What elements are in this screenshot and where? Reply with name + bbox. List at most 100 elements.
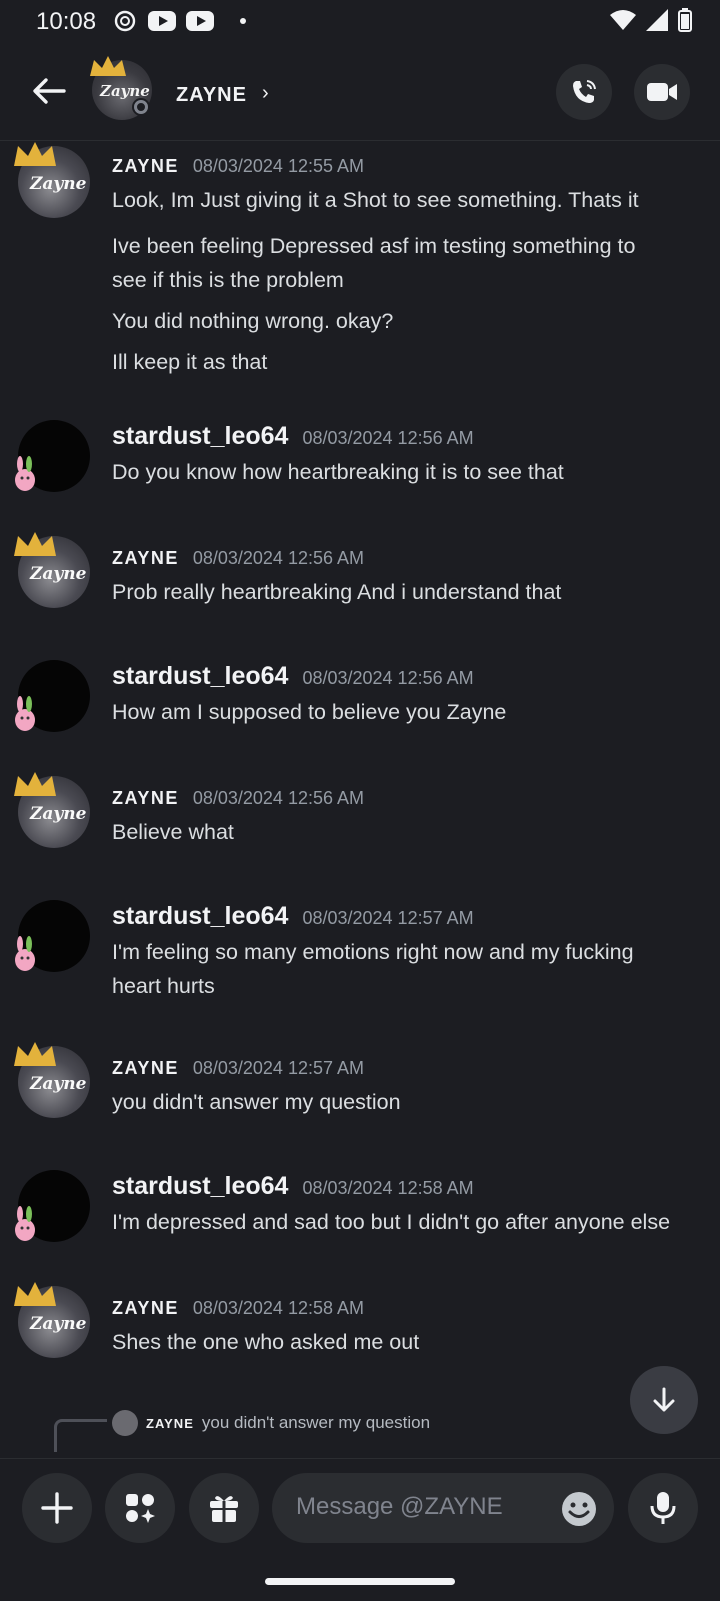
- more-notifications-dot-icon: [240, 18, 246, 24]
- crown-icon: [14, 1042, 56, 1066]
- message-input[interactable]: Message @ZAYNE: [272, 1473, 614, 1543]
- username[interactable]: stardust_leo64: [112, 422, 288, 451]
- wifi-icon: [610, 10, 636, 30]
- apps-button[interactable]: [105, 1473, 175, 1543]
- message-text: How am I supposed to believe you Zayne: [112, 700, 507, 724]
- timestamp: 08/03/2024 12:56 AM: [192, 548, 364, 568]
- microphone-icon: [650, 1492, 676, 1524]
- message-text: Shes the one who asked me out: [112, 1330, 420, 1354]
- username[interactable]: stardust_leo64: [112, 902, 288, 931]
- reply-author: ZAYNE: [146, 1415, 194, 1431]
- crown-icon: [14, 772, 56, 796]
- message-text: heart hurts: [112, 974, 215, 998]
- crown-icon: [90, 56, 126, 76]
- message-text: I'm feeling so many emotions right now a…: [112, 940, 634, 964]
- timestamp: 08/03/2024 12:57 AM: [302, 908, 474, 928]
- message-header: stardust_leo64 08/03/2024 12:56 AM: [112, 662, 474, 691]
- signal-icon: [646, 9, 668, 31]
- avatar-label: Zayne: [30, 564, 87, 584]
- phone-call-icon: [573, 80, 596, 103]
- system-icons: [610, 8, 692, 32]
- avatar-label: Zayne: [30, 804, 87, 824]
- timestamp: 08/03/2024 12:56 AM: [302, 428, 474, 448]
- message-header: ZAYNE 08/03/2024 12:57 AM: [112, 1058, 364, 1079]
- message-header: stardust_leo64 08/03/2024 12:56 AM: [112, 422, 474, 451]
- avatar[interactable]: [15, 420, 90, 492]
- reply-connector: [54, 1419, 107, 1452]
- avatar[interactable]: Zayne: [14, 1282, 90, 1358]
- message-header: ZAYNE 08/03/2024 12:56 AM: [112, 548, 364, 569]
- message-text: Ive been feeling Depressed asf im testin…: [112, 234, 636, 258]
- video-call-button[interactable]: [634, 64, 690, 120]
- back-button[interactable]: [28, 70, 70, 112]
- back-arrow-icon: [33, 78, 66, 104]
- timestamp: 08/03/2024 12:58 AM: [192, 1298, 364, 1318]
- crown-icon: [14, 142, 56, 166]
- avatar[interactable]: [15, 1170, 90, 1242]
- bunny-icon: [15, 696, 35, 731]
- message-header: ZAYNE 08/03/2024 12:58 AM: [112, 1298, 364, 1319]
- username[interactable]: stardust_leo64: [112, 662, 288, 691]
- avatar[interactable]: Zayne: [14, 142, 90, 218]
- message-placeholder: Message @ZAYNE: [296, 1493, 503, 1520]
- timestamp: 08/03/2024 12:57 AM: [192, 1058, 364, 1078]
- jump-to-latest-button[interactable]: [630, 1366, 698, 1434]
- notification-icons: [112, 8, 246, 34]
- username[interactable]: ZAYNE: [112, 1058, 179, 1079]
- bunny-icon: [15, 936, 35, 971]
- reply-preview[interactable]: ZAYNE you didn't answer my question: [112, 1410, 430, 1436]
- timestamp: 08/03/2024 12:56 AM: [192, 788, 364, 808]
- reply-avatar: [112, 1410, 138, 1436]
- chevron-right-icon[interactable]: ›: [262, 82, 269, 105]
- message-text: You did nothing wrong. okay?: [112, 309, 394, 333]
- battery-icon: [678, 8, 692, 32]
- message-text: Look, Im Just giving it a Shot to see so…: [112, 188, 639, 212]
- youtube-icon: [148, 11, 176, 31]
- timestamp: 08/03/2024 12:56 AM: [302, 668, 474, 688]
- message-text: Prob really heartbreaking And i understa…: [112, 580, 562, 604]
- arrow-down-icon: [653, 1387, 675, 1412]
- home-indicator[interactable]: [265, 1578, 455, 1585]
- chat-title[interactable]: ZAYNE: [176, 84, 247, 107]
- bunny-icon: [15, 1206, 35, 1241]
- voice-message-button[interactable]: [628, 1473, 698, 1543]
- avatar[interactable]: Zayne: [14, 1042, 90, 1118]
- avatar-label: Zayne: [30, 1074, 87, 1094]
- chat-header: Zayne ZAYNE ›: [0, 44, 720, 141]
- avatar[interactable]: [15, 900, 90, 972]
- voice-call-button[interactable]: [556, 64, 612, 120]
- gift-button[interactable]: [189, 1473, 259, 1543]
- username[interactable]: ZAYNE: [112, 548, 179, 569]
- timestamp: 08/03/2024 12:55 AM: [192, 156, 364, 176]
- message-text: Believe what: [112, 820, 234, 844]
- username[interactable]: stardust_leo64: [112, 1172, 288, 1201]
- avatar[interactable]: Zayne: [14, 532, 90, 608]
- message-text: see if this is the problem: [112, 268, 344, 292]
- timestamp: 08/03/2024 12:58 AM: [302, 1178, 474, 1198]
- avatar[interactable]: [15, 660, 90, 732]
- message-header: stardust_leo64 08/03/2024 12:58 AM: [112, 1172, 474, 1201]
- status-time: 10:08: [36, 8, 97, 35]
- message-text: I'm depressed and sad too but I didn't g…: [112, 1210, 671, 1234]
- message-text: Do you know how heartbreaking it is to s…: [112, 460, 564, 484]
- offline-status-icon: [132, 98, 150, 116]
- message-header: stardust_leo64 08/03/2024 12:57 AM: [112, 902, 474, 931]
- avatar-label: Zayne: [30, 1314, 87, 1334]
- username[interactable]: ZAYNE: [112, 156, 179, 177]
- gpt-icon: [114, 10, 136, 32]
- plus-icon: [41, 1492, 73, 1524]
- gift-icon: [210, 1496, 238, 1522]
- reply-text: you didn't answer my question: [201, 1413, 431, 1432]
- message-text: you didn't answer my question: [112, 1090, 401, 1114]
- username[interactable]: ZAYNE: [112, 1298, 179, 1319]
- youtube-icon: [186, 11, 214, 31]
- avatar[interactable]: Zayne: [14, 772, 90, 848]
- username[interactable]: ZAYNE: [112, 788, 179, 809]
- attach-button[interactable]: [22, 1473, 92, 1543]
- video-camera-icon: [647, 83, 677, 101]
- status-bar: 10:08: [0, 0, 720, 44]
- message-list[interactable]: Zayne ZAYNE 08/03/2024 12:55 AM Look, Im…: [0, 140, 720, 1458]
- apps-icon: [126, 1494, 155, 1523]
- emoji-icon[interactable]: [560, 1490, 598, 1528]
- crown-icon: [14, 1282, 56, 1306]
